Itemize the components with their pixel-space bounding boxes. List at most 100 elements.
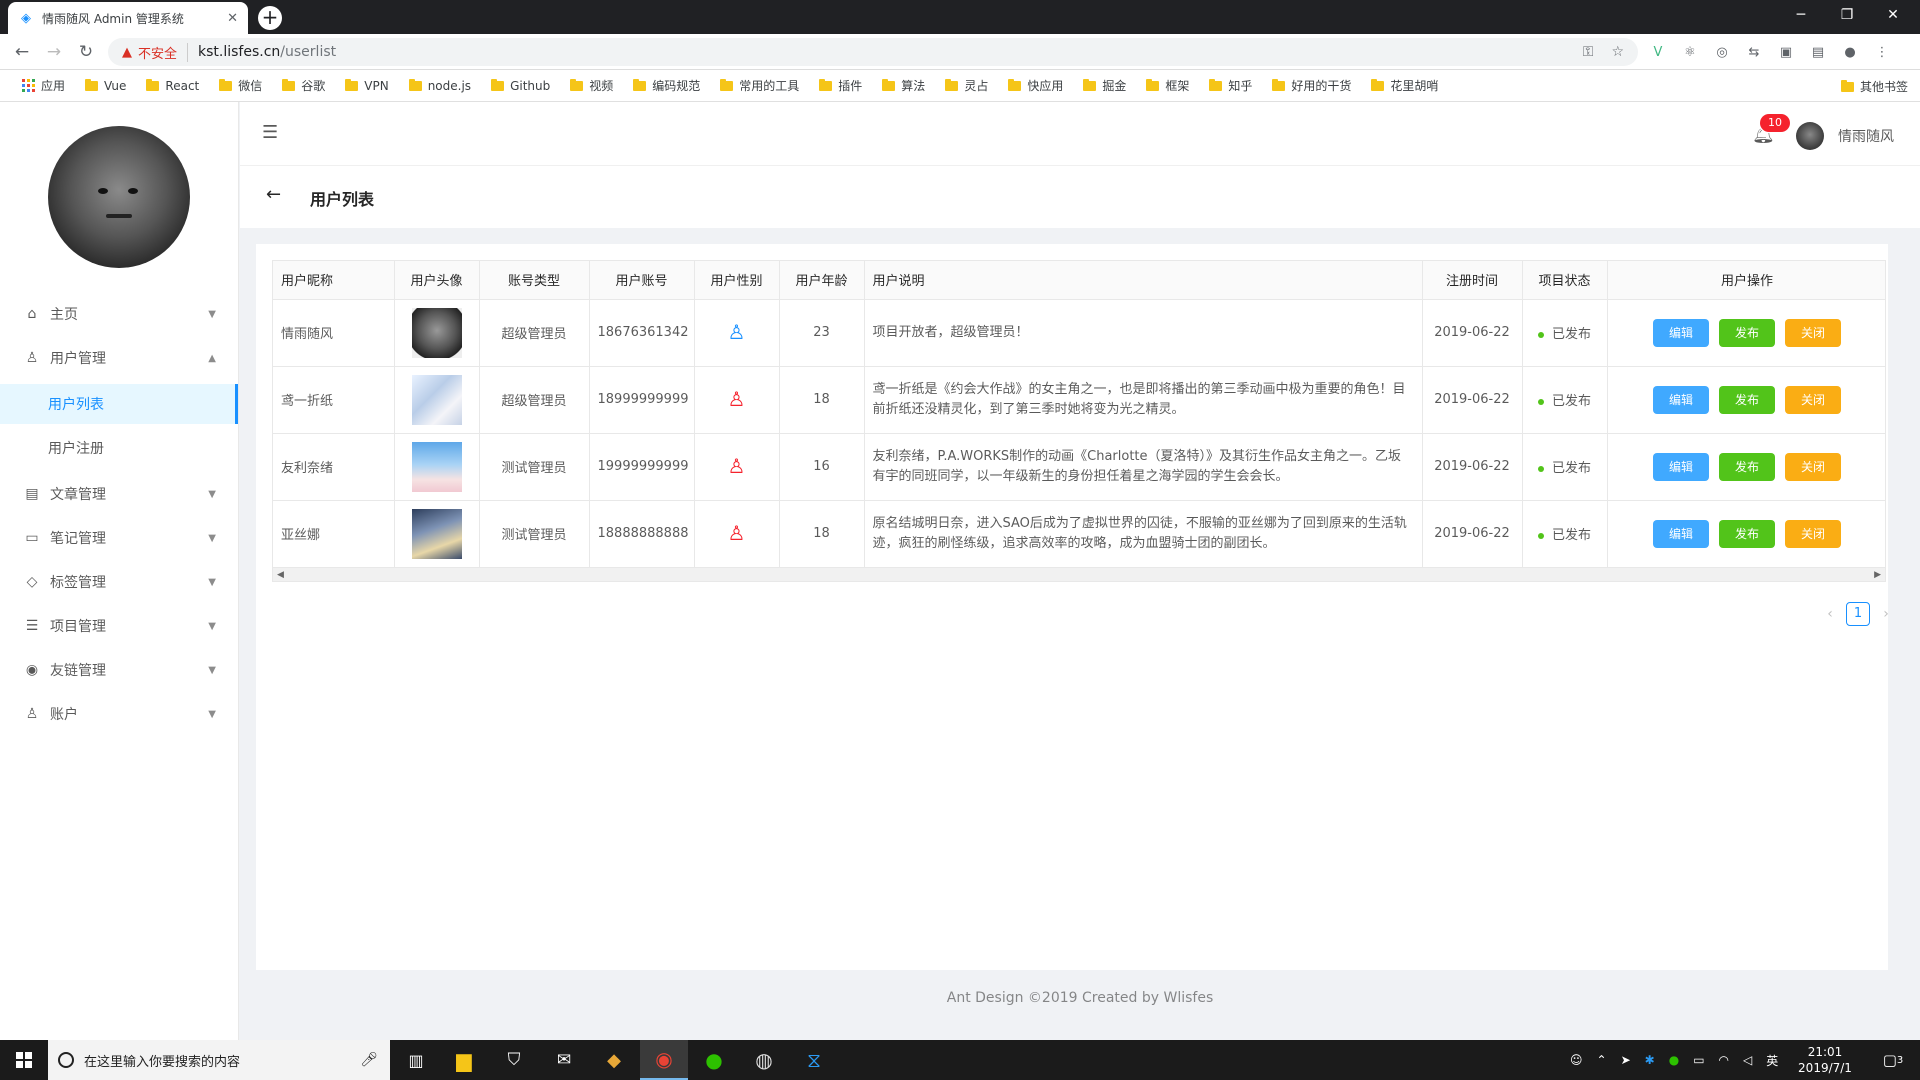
close-button[interactable]: 关闭 xyxy=(1785,318,1841,347)
header-avatar[interactable] xyxy=(1796,122,1824,150)
bookmark-item[interactable]: React xyxy=(136,77,209,94)
people-icon[interactable]: ☺ xyxy=(1570,1053,1583,1067)
sidebar-item-account[interactable]: ♙ 账户 ▼ xyxy=(0,692,238,736)
bookmark-item[interactable]: 谷歌 xyxy=(272,77,335,94)
close-button[interactable]: 关闭 xyxy=(1785,385,1841,414)
minimize-button[interactable]: ─ xyxy=(1778,0,1824,30)
bookmark-item[interactable]: 微信 xyxy=(209,77,272,94)
taskbar-search[interactable]: 在这里输入你要搜索的内容 🎤︎ xyxy=(48,1040,390,1080)
sidebar-item-notes[interactable]: ▭ 笔记管理 ▼ xyxy=(0,516,238,560)
wechat-tray-icon[interactable]: ● xyxy=(1669,1053,1679,1067)
tray-expand-icon[interactable]: ⌃ xyxy=(1597,1053,1607,1067)
bookmark-item[interactable]: 灵占 xyxy=(935,77,998,94)
bookmark-label: 快应用 xyxy=(1027,79,1064,93)
battery-icon[interactable]: ▭ xyxy=(1693,1053,1704,1067)
vue-devtools-icon[interactable]: V xyxy=(1648,42,1668,62)
chrome-menu-icon[interactable]: ⋮ xyxy=(1872,42,1892,62)
bookmark-item[interactable]: 常用的工具 xyxy=(710,77,809,94)
bookmark-star-icon[interactable]: ☆ xyxy=(1611,44,1624,60)
bookmark-item[interactable]: Vue xyxy=(75,77,136,94)
menu-fold-icon[interactable]: ☰ xyxy=(262,122,278,143)
reload-icon[interactable]: ↻ xyxy=(74,40,98,64)
git-app-icon[interactable]: ◆ xyxy=(590,1040,638,1080)
vscode-icon[interactable]: ⧖ xyxy=(790,1040,838,1080)
new-tab-button[interactable]: + xyxy=(258,6,282,30)
bookmark-item[interactable]: Github xyxy=(481,77,560,94)
browser-tab[interactable]: ◈ 情雨随风 Admin 管理系统 ✕ xyxy=(8,2,248,34)
edit-button[interactable]: 编辑 xyxy=(1653,385,1709,414)
close-button[interactable]: 关闭 xyxy=(1785,519,1841,548)
sidebar-subitem-user-list[interactable]: 用户列表 xyxy=(0,384,238,424)
sidebar-item-home[interactable]: ⌂ 主页 ▼ xyxy=(0,292,238,336)
publish-button[interactable]: 发布 xyxy=(1719,452,1775,481)
proxy-extension-icon[interactable]: ⇆ xyxy=(1744,42,1764,62)
publish-button[interactable]: 发布 xyxy=(1719,318,1775,347)
bookmark-item[interactable]: 插件 xyxy=(809,77,872,94)
sidebar-subitem-user-register[interactable]: 用户注册 xyxy=(0,428,238,468)
network-globe-icon[interactable]: ◍ xyxy=(740,1040,788,1080)
close-button[interactable]: 关闭 xyxy=(1785,452,1841,481)
start-button[interactable] xyxy=(0,1040,48,1080)
sidebar-item-projects[interactable]: ☰ 项目管理 ▼ xyxy=(0,604,238,648)
edit-button[interactable]: 编辑 xyxy=(1653,519,1709,548)
status-dot xyxy=(1537,465,1544,472)
forward-arrow-icon[interactable]: → xyxy=(42,40,66,64)
bookmark-item[interactable]: 算法 xyxy=(872,77,935,94)
sidebar-item-tags[interactable]: ◇ 标签管理 ▼ xyxy=(0,560,238,604)
insecure-label[interactable]: 不安全 xyxy=(138,42,189,62)
sidebar-item-user-management[interactable]: ♙ 用户管理 ▲ xyxy=(0,336,238,380)
bookmark-item[interactable]: 快应用 xyxy=(998,77,1073,94)
edit-button[interactable]: 编辑 xyxy=(1653,318,1709,347)
profile-avatar-icon[interactable]: ● xyxy=(1840,42,1860,62)
bookmark-item[interactable]: 好用的干货 xyxy=(1262,77,1361,94)
wifi-icon[interactable]: ◠ xyxy=(1719,1053,1729,1067)
task-view-icon[interactable]: ▥ xyxy=(392,1040,440,1080)
page-item-current[interactable]: 1 xyxy=(1846,602,1870,626)
prev-page-icon[interactable]: ‹ xyxy=(1820,606,1840,622)
bookmark-item[interactable]: node.js xyxy=(399,77,481,94)
bookmark-item[interactable]: 编码规范 xyxy=(623,77,710,94)
bluetooth-icon[interactable]: ✱ xyxy=(1645,1053,1655,1067)
bookmark-item[interactable]: 知乎 xyxy=(1199,77,1262,94)
back-arrow-icon[interactable]: ← xyxy=(10,40,34,64)
store-icon[interactable]: ⛉ xyxy=(490,1040,538,1080)
mail-icon[interactable]: ✉ xyxy=(540,1040,588,1080)
action-center-icon[interactable]: ▢ 3 xyxy=(1878,1040,1908,1080)
file-explorer-icon[interactable]: ▆ xyxy=(440,1040,488,1080)
publish-button[interactable]: 发布 xyxy=(1719,385,1775,414)
bookmark-item[interactable]: 框架 xyxy=(1136,77,1199,94)
sidebar-item-links[interactable]: ◉ 友链管理 ▼ xyxy=(0,648,238,692)
bookmark-item[interactable]: 视频 xyxy=(560,77,623,94)
article-icon: ▤ xyxy=(25,486,39,502)
microphone-icon[interactable]: 🎤︎ xyxy=(360,1052,378,1068)
wechat-icon[interactable]: ● xyxy=(690,1040,738,1080)
header-username[interactable]: 情雨随风 xyxy=(1838,126,1894,146)
next-page-icon[interactable]: › xyxy=(1876,606,1896,622)
close-window-button[interactable]: ✕ xyxy=(1870,0,1916,30)
clipboard-extension-icon[interactable]: ▣ xyxy=(1776,42,1796,62)
edit-button[interactable]: 编辑 xyxy=(1653,452,1709,481)
close-tab-icon[interactable]: ✕ xyxy=(227,11,238,26)
chrome-icon[interactable]: ◉ xyxy=(640,1040,688,1080)
send-icon[interactable]: ➤ xyxy=(1621,1053,1631,1067)
screenshot-extension-icon[interactable]: ▤ xyxy=(1808,42,1828,62)
scroll-right-icon[interactable]: ▶ xyxy=(1874,568,1881,581)
publish-button[interactable]: 发布 xyxy=(1719,519,1775,548)
scroll-left-icon[interactable]: ◀ xyxy=(277,568,284,581)
react-devtools-icon[interactable]: ⚛ xyxy=(1680,42,1700,62)
sidebar-item-articles[interactable]: ▤ 文章管理 ▼ xyxy=(0,472,238,516)
other-bookmarks[interactable]: 其他书签 xyxy=(1840,78,1908,95)
key-icon[interactable]: ⚿ xyxy=(1583,44,1594,60)
back-arrow-icon[interactable]: ← xyxy=(266,184,281,205)
bookmark-item[interactable]: 花里胡哨 xyxy=(1361,77,1448,94)
bookmark-item[interactable]: 掘金 xyxy=(1073,77,1136,94)
restore-button[interactable]: ❐ xyxy=(1824,0,1870,30)
target-extension-icon[interactable]: ◎ xyxy=(1712,42,1732,62)
volume-icon[interactable]: ◁ xyxy=(1743,1053,1752,1067)
horizontal-scrollbar[interactable]: ◀ ▶ xyxy=(273,567,1885,581)
address-bar[interactable]: ▲ 不安全 kst.lisfes.cn /userlist ⚿ ☆ xyxy=(108,38,1638,66)
bookmark-apps[interactable]: 应用 xyxy=(12,77,75,94)
bookmark-item[interactable]: VPN xyxy=(335,77,398,94)
taskbar-clock[interactable]: 21:01 2019/7/1 xyxy=(1790,1044,1860,1076)
ime-indicator[interactable]: 英 xyxy=(1766,1052,1778,1069)
